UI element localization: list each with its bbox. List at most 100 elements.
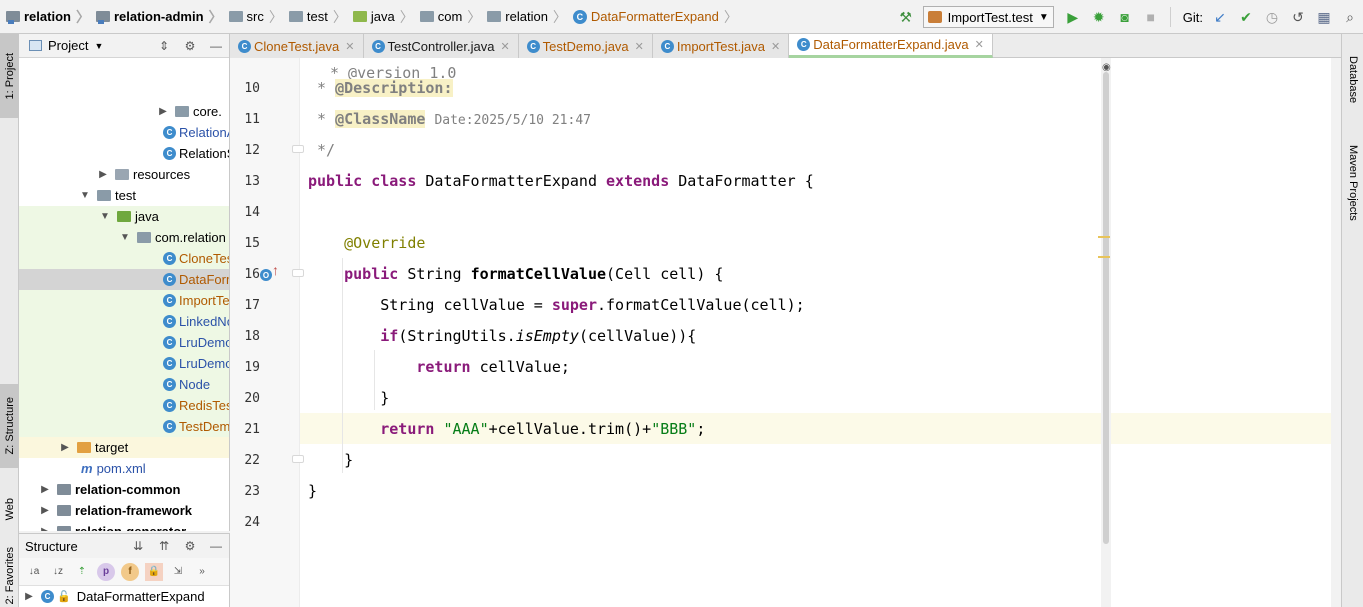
web-tool-tab[interactable]: Web	[0, 484, 19, 534]
more-icon[interactable]: »	[193, 563, 211, 581]
show-non-public-icon[interactable]: 🔒	[145, 562, 163, 581]
fold-marker-icon[interactable]	[292, 455, 304, 463]
breadcrumb-item[interactable]: relation 〉	[481, 0, 567, 34]
favorites-tool-tab[interactable]: 2: Favorites	[0, 544, 19, 607]
breadcrumb-item[interactable]: src 〉	[223, 0, 283, 34]
breadcrumb-item[interactable]: C DataFormatterExpand 〉	[567, 0, 738, 34]
editor-tab[interactable]: C ImportTest.java ✕	[652, 34, 790, 58]
collapse-all-icon[interactable]: ⇕	[155, 35, 173, 57]
tree-item[interactable]: C ImportTe	[19, 290, 229, 311]
show-properties-icon[interactable]: p	[97, 562, 115, 581]
folder-icon	[228, 11, 243, 22]
build-hammer-icon[interactable]: ⚒	[895, 6, 917, 28]
fold-marker-icon[interactable]	[292, 269, 304, 277]
chevron-right-icon[interactable]: ▶	[39, 505, 51, 516]
project-panel: Project ▼ ⇕ ⚙ — ▶ core. C RelationA C Relat…	[19, 34, 230, 531]
database-tool-tab[interactable]: Database	[1342, 40, 1363, 120]
hide-icon[interactable]: —	[207, 535, 225, 557]
structure-tool-tab[interactable]: Z: Structure	[0, 384, 19, 468]
editor-scrollbar-thumb[interactable]	[1103, 72, 1109, 544]
tree-item[interactable]: ▼ java	[19, 206, 229, 227]
git-history-icon[interactable]: ◷	[1261, 6, 1283, 28]
chevron-right-icon[interactable]: ▶	[39, 526, 51, 531]
search-icon[interactable]: ⌕	[1339, 6, 1361, 28]
editor-tab[interactable]: C CloneTest.java ✕	[230, 34, 364, 58]
tree-item[interactable]: ▶ relation-framework	[19, 500, 229, 521]
structure-toolbar: ↓a ↓z ⇡ p f 🔒 ⇲ »	[19, 558, 229, 586]
chevron-right-icon[interactable]: ▶	[23, 591, 35, 602]
tree-item[interactable]: ▶ target	[19, 437, 229, 458]
up-arrow-icon[interactable]: ↑	[272, 262, 279, 278]
collapse-all-icon[interactable]: ⇈	[155, 535, 173, 557]
show-inherited-icon[interactable]: ⇡	[73, 563, 91, 581]
coverage-icon[interactable]: ◙	[1114, 6, 1136, 28]
tree-item[interactable]: ▶ relation-common	[19, 479, 229, 500]
breadcrumb-item[interactable]: relation 〉	[0, 0, 90, 34]
editor-tab[interactable]: C TestDemo.java ✕	[518, 34, 653, 58]
tree-item[interactable]: C LinkedNo	[19, 311, 229, 332]
tree-item[interactable]: CRedisTest	[19, 395, 229, 416]
sort-alpha-icon[interactable]: ↓a	[25, 563, 43, 581]
git-commit-icon[interactable]: ✔	[1235, 6, 1257, 28]
sort-visibility-icon[interactable]: ↓z	[49, 563, 67, 581]
tree-item[interactable]: C TestDem	[19, 416, 229, 437]
git-update-icon[interactable]: ↙	[1209, 6, 1231, 28]
chevron-right-icon[interactable]: ▶	[157, 106, 169, 117]
tree-item[interactable]: CCloneTest	[19, 248, 229, 269]
project-structure-icon[interactable]: ▦	[1313, 6, 1335, 28]
breadcrumb-item[interactable]: com 〉	[414, 0, 481, 34]
debug-icon[interactable]: ✹	[1088, 6, 1110, 28]
close-icon[interactable]: ✕	[771, 40, 780, 53]
run-icon[interactable]: ▶	[1062, 6, 1084, 28]
expand-all-icon[interactable]: ⇊	[129, 535, 147, 557]
close-icon[interactable]: ✕	[635, 40, 644, 53]
tree-item[interactable]: C RelationA	[19, 122, 229, 143]
chevron-right-icon[interactable]: ▶	[59, 442, 71, 453]
tree-item[interactable]: CDataForm	[19, 269, 229, 290]
git-revert-icon[interactable]: ↺	[1287, 6, 1309, 28]
warning-marker[interactable]	[1098, 236, 1110, 238]
show-fields-icon[interactable]: f	[121, 562, 139, 581]
fold-marker-icon[interactable]	[292, 145, 304, 153]
reader-mode-eye-icon[interactable]: ◉	[1102, 62, 1111, 73]
run-configuration-select[interactable]: ImportTest.test ▼	[922, 6, 1054, 28]
chevron-right-icon[interactable]: ▶	[97, 169, 109, 180]
maven-projects-tool-tab[interactable]: Maven Projects	[1342, 128, 1363, 238]
stop-icon[interactable]: ■	[1140, 6, 1162, 28]
tree-item[interactable]: C RelationS	[19, 143, 229, 164]
tree-item[interactable]: ▶ resources	[19, 164, 229, 185]
close-icon[interactable]: ✕	[345, 40, 354, 53]
module-icon	[57, 484, 71, 495]
gear-icon[interactable]: ⚙	[181, 35, 199, 57]
tree-item[interactable]: C Node	[19, 374, 229, 395]
chevron-down-icon[interactable]: ▼	[94, 41, 103, 51]
chevron-right-icon[interactable]: ▶	[39, 484, 51, 495]
tree-item[interactable]: ▶relation-generator	[19, 521, 229, 531]
tree-item[interactable]: ▼ com.relation	[19, 227, 229, 248]
structure-item[interactable]: ▶ C 🔓 DataFormatterExpand	[19, 586, 229, 607]
warning-marker[interactable]	[1098, 256, 1110, 258]
project-panel-title[interactable]: Project	[48, 38, 88, 53]
navigate-icon[interactable]: ⇲	[169, 563, 187, 581]
code-editor[interactable]: 10 11 12 13 14 15 16 17 18 19 20 21 22 2…	[230, 58, 1331, 607]
chevron-down-icon[interactable]: ▼	[79, 190, 91, 201]
tree-item[interactable]: ▼ test	[19, 185, 229, 206]
chevron-down-icon[interactable]: ▼	[119, 232, 131, 243]
editor-tab[interactable]: C TestController.java ✕	[363, 34, 519, 58]
breadcrumb-item[interactable]: test 〉	[283, 0, 347, 34]
editor-tab-active[interactable]: C DataFormatterExpand.java ✕	[789, 34, 993, 58]
tree-item[interactable]: C LruDemo	[19, 332, 229, 353]
tree-item[interactable]: m pom.xml	[19, 458, 229, 479]
breadcrumb-item[interactable]: relation-admin 〉	[90, 0, 223, 34]
git-label: Git:	[1182, 9, 1203, 25]
project-tool-tab[interactable]: 1: Project	[0, 34, 19, 118]
hide-icon[interactable]: —	[207, 35, 225, 57]
tree-item[interactable]: C LruDemo	[19, 353, 229, 374]
gear-icon[interactable]: ⚙	[181, 535, 199, 557]
tree-item[interactable]: ▶ core.	[19, 101, 229, 122]
chevron-down-icon[interactable]: ▼	[99, 211, 111, 222]
close-icon[interactable]: ✕	[500, 40, 509, 53]
breadcrumb-item[interactable]: java 〉	[347, 0, 414, 34]
overrides-method-icon[interactable]: O	[260, 269, 272, 281]
close-icon[interactable]: ✕	[975, 38, 984, 51]
